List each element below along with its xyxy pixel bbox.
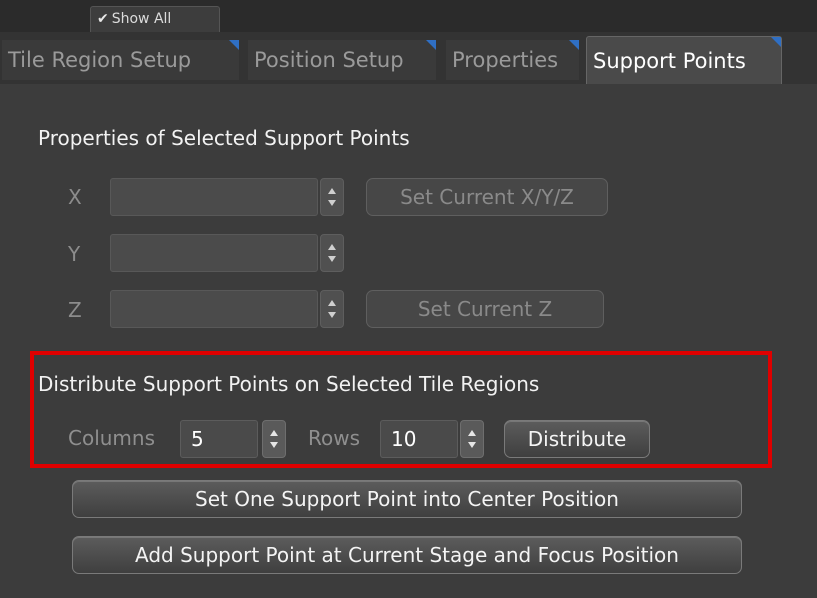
z-input[interactable] bbox=[110, 290, 318, 328]
stepper-arrows-icon bbox=[270, 430, 278, 448]
x-stepper[interactable] bbox=[320, 178, 344, 216]
tab-marker-icon bbox=[771, 37, 781, 47]
stepper-arrows-icon bbox=[328, 244, 336, 262]
add-support-point-button[interactable]: Add Support Point at Current Stage and F… bbox=[72, 536, 742, 574]
tab-properties[interactable]: Properties bbox=[446, 40, 579, 80]
tab-marker-icon bbox=[569, 40, 579, 50]
set-current-z-button[interactable]: Set Current Z bbox=[366, 290, 604, 328]
top-toolbar: ✔ Show All bbox=[0, 0, 817, 32]
properties-section-title: Properties of Selected Support Points bbox=[38, 126, 410, 150]
y-stepper[interactable] bbox=[320, 234, 344, 272]
distribute-button[interactable]: Distribute bbox=[504, 420, 650, 458]
tab-label: Tile Region Setup bbox=[8, 48, 192, 72]
stepper-arrows-icon bbox=[328, 300, 336, 318]
columns-value: 5 bbox=[191, 427, 204, 451]
rows-label: Rows bbox=[308, 426, 361, 450]
distribute-section-title: Distribute Support Points on Selected Ti… bbox=[38, 372, 540, 396]
x-input[interactable] bbox=[110, 178, 318, 216]
tab-marker-icon bbox=[229, 40, 239, 50]
x-label: X bbox=[68, 185, 82, 209]
checkmark-icon: ✔ bbox=[97, 11, 109, 27]
show-all-label: Show All bbox=[111, 11, 172, 27]
stepper-arrows-icon bbox=[328, 188, 336, 206]
rows-input[interactable]: 10 bbox=[380, 420, 458, 458]
tab-marker-icon bbox=[426, 40, 436, 50]
tab-position-setup[interactable]: Position Setup bbox=[248, 40, 436, 80]
rows-value: 10 bbox=[391, 427, 417, 451]
z-stepper[interactable] bbox=[320, 290, 344, 328]
y-label: Y bbox=[68, 242, 81, 266]
tab-label: Position Setup bbox=[254, 48, 404, 72]
tab-bar: Tile Region Setup Position Setup Propert… bbox=[0, 32, 817, 84]
columns-stepper[interactable] bbox=[262, 420, 286, 458]
stepper-arrows-icon bbox=[468, 430, 476, 448]
columns-label: Columns bbox=[68, 426, 156, 450]
set-current-xyz-button[interactable]: Set Current X/Y/Z bbox=[366, 178, 608, 216]
tab-tile-region-setup[interactable]: Tile Region Setup bbox=[2, 40, 239, 80]
z-label: Z bbox=[68, 298, 82, 322]
set-center-support-point-button[interactable]: Set One Support Point into Center Positi… bbox=[72, 480, 742, 518]
tab-label: Properties bbox=[452, 48, 559, 72]
columns-input[interactable]: 5 bbox=[180, 420, 258, 458]
show-all-toggle[interactable]: ✔ Show All bbox=[90, 6, 220, 32]
rows-stepper[interactable] bbox=[460, 420, 484, 458]
y-input[interactable] bbox=[110, 234, 318, 272]
tab-support-points[interactable]: Support Points bbox=[586, 36, 782, 84]
tab-label: Support Points bbox=[593, 49, 746, 73]
